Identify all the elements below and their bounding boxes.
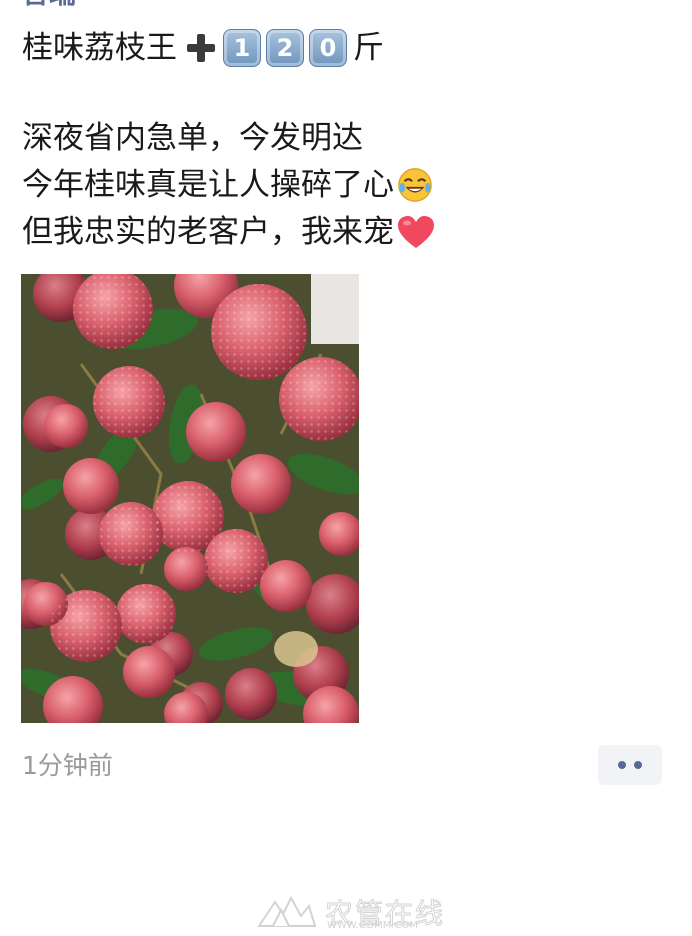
quantity-unit: 斤 [353,30,384,66]
plus-icon [185,32,217,64]
more-dots-icon-2 [634,761,642,769]
post-text-line-3-text: 今年桂味真是让人操碎了心 [22,167,394,203]
post-text-line-3: 今年桂味真是让人操碎了心 [22,165,434,205]
lychee-photo-image [21,274,359,723]
post-timestamp: 1分钟前 [22,751,113,780]
lychee-photo[interactable] [21,274,359,723]
more-dots-icon [618,761,626,769]
post-product-name: 桂味荔枝王 [22,30,177,66]
more-actions-button[interactable] [598,745,662,785]
digit-keycap-1: 1 [223,29,261,67]
post-text-line-1: 桂味荔枝王 1 2 0 斤 [22,28,384,68]
post-author-name[interactable]: 言瑞 [22,0,76,12]
digit-keycap-3: 0 [309,29,347,67]
watermark-logo-icon [257,895,317,927]
crying-laughing-emoji-icon [398,168,432,202]
post-text-line-2: 深夜省内急单，今发明达 [22,118,363,158]
post-text-line-2-text: 深夜省内急单，今发明达 [22,120,363,156]
heart-icon [398,216,434,248]
digit-keycap-2: 2 [266,29,304,67]
watermark-url: WWW.GDMM.COM [327,920,419,931]
post-text-line-4: 但我忠实的老客户，我来宠 [22,212,436,252]
post-text-line-4-text: 但我忠实的老客户，我来宠 [22,214,394,250]
site-watermark: 农管在线 WWW.GDMM.COM [255,892,455,932]
